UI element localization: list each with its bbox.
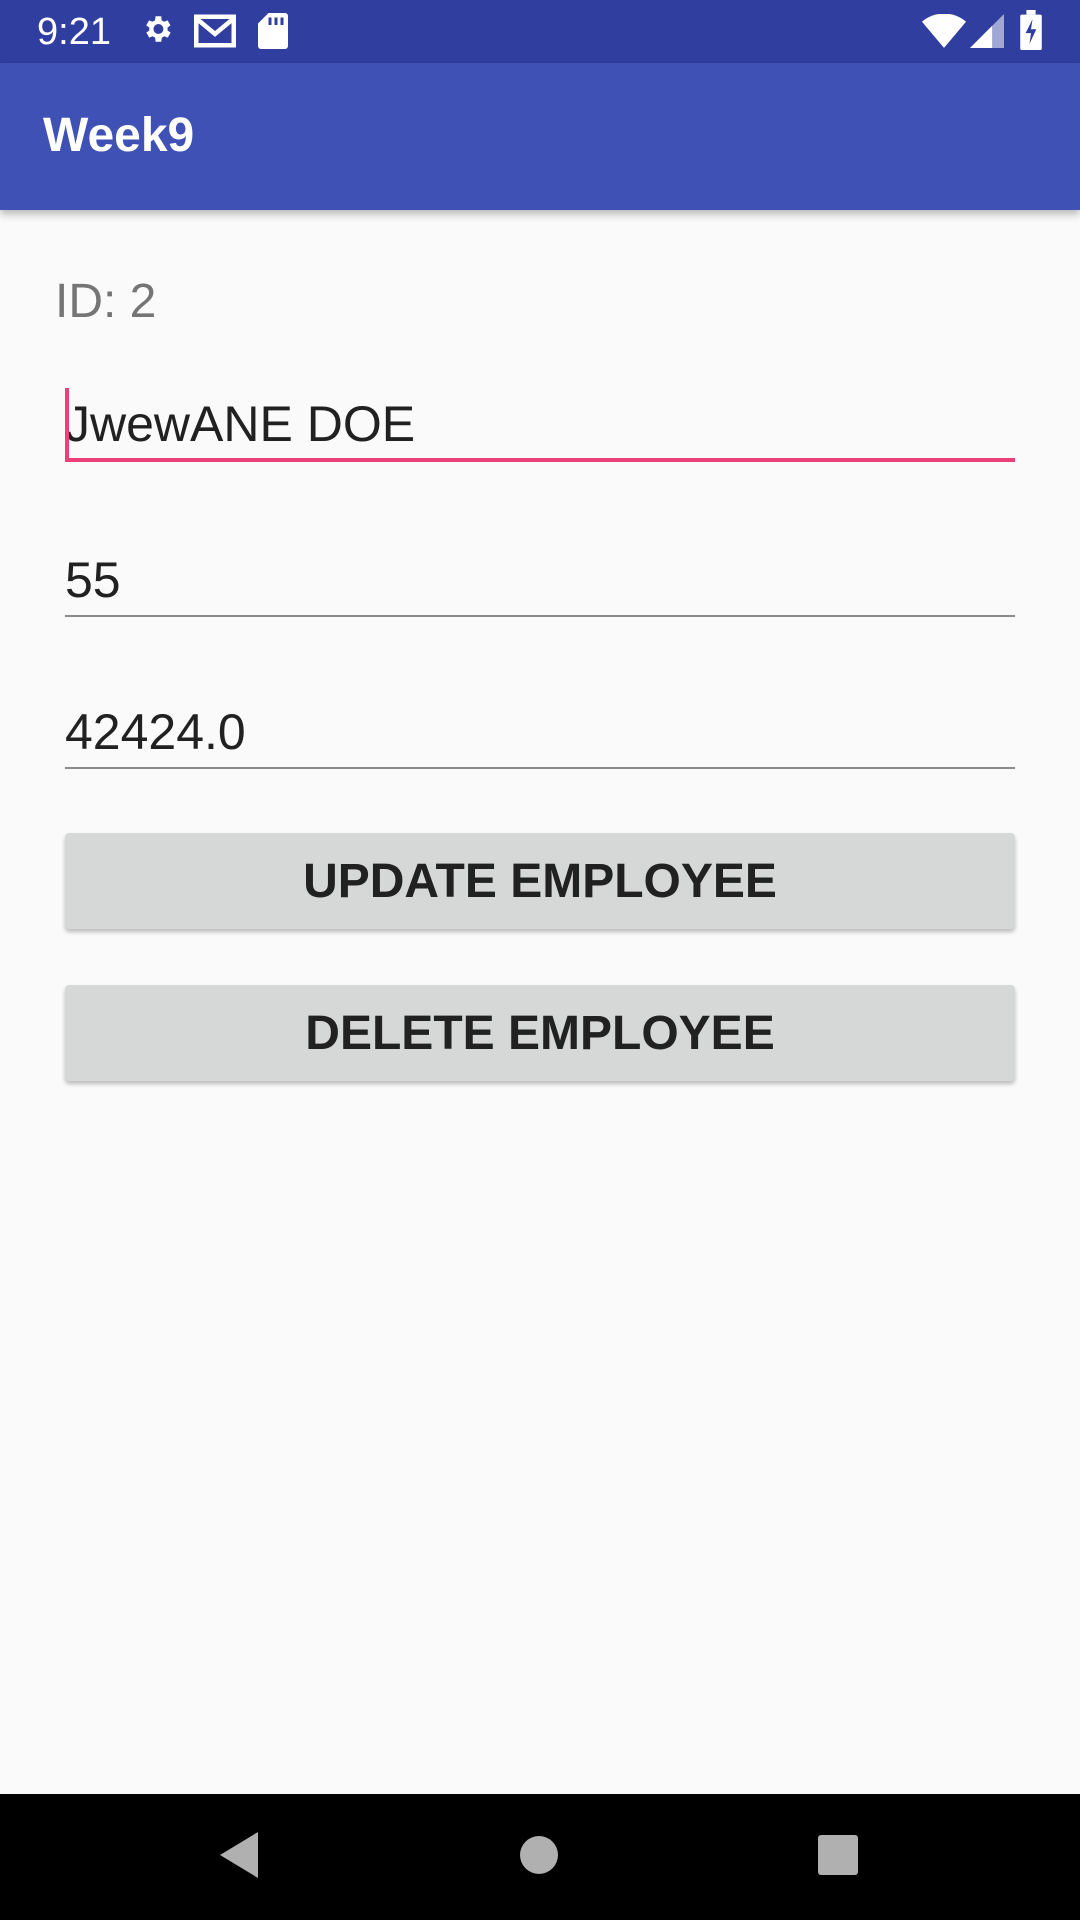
- app-title: Week9: [43, 109, 195, 162]
- text-cursor: [65, 388, 69, 458]
- navigation-bar: [0, 1794, 1080, 1920]
- delete-employee-button[interactable]: DELETE EMPLOYEE: [65, 985, 1015, 1081]
- battery-charging-icon: [1020, 10, 1042, 50]
- employee-salary-field[interactable]: [65, 697, 1015, 769]
- gear-icon: [146, 16, 171, 42]
- wifi-icon: [922, 14, 966, 48]
- status-bar: 9:21: [0, 0, 1080, 63]
- update-employee-button[interactable]: UPDATE EMPLOYEE: [65, 833, 1015, 929]
- recents-icon[interactable]: [817, 1834, 859, 1876]
- signal-icon: [970, 14, 1004, 48]
- employee-id-label: ID: 2: [55, 275, 157, 328]
- employee-name-field[interactable]: [65, 390, 1015, 462]
- status-time: 9:21: [37, 11, 111, 53]
- home-icon[interactable]: [519, 1835, 559, 1875]
- app-bar: Week9: [0, 63, 1080, 210]
- back-icon[interactable]: [218, 1830, 260, 1880]
- gmail-icon: [194, 14, 236, 48]
- sd-card-icon: [258, 13, 288, 49]
- employee-age-field[interactable]: [65, 545, 1015, 617]
